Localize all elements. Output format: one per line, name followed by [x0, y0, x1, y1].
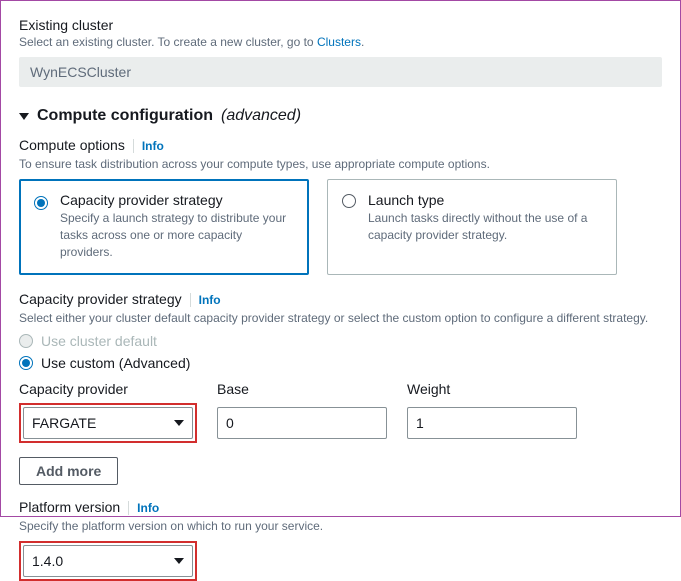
tile-capacity-provider-strategy[interactable]: Capacity provider strategy Specify a lau… — [19, 179, 309, 275]
existing-cluster-help: Select an existing cluster. To create a … — [19, 35, 662, 49]
clusters-link[interactable]: Clusters — [317, 35, 361, 49]
compute-config-header-text: Compute configuration — [37, 107, 213, 125]
compute-config-panel: Existing cluster Select an existing clus… — [0, 0, 681, 517]
tile-cps-title: Capacity provider strategy — [60, 192, 294, 208]
existing-cluster-help-prefix: Select an existing cluster. To create a … — [19, 35, 317, 49]
tile-lt-desc: Launch tasks directly without the use of… — [368, 210, 602, 244]
existing-cluster-title: Existing cluster — [19, 17, 662, 33]
compute-options-help: To ensure task distribution across your … — [19, 157, 662, 171]
radio-custom-label: Use custom (Advanced) — [41, 355, 190, 371]
radio-icon — [19, 356, 33, 370]
weight-input[interactable] — [407, 407, 577, 439]
tile-cps-desc: Specify a launch strategy to distribute … — [60, 210, 294, 260]
compute-options-info-link[interactable]: Info — [133, 139, 164, 153]
col-base: Base — [217, 381, 387, 397]
col-capacity-provider: Capacity provider — [19, 381, 197, 397]
compute-options-title: Compute options — [19, 137, 125, 153]
cps-help: Select either your cluster default capac… — [19, 311, 662, 325]
cps-title: Capacity provider strategy — [19, 291, 182, 307]
add-more-button[interactable]: Add more — [19, 457, 118, 485]
platform-version-info-link[interactable]: Info — [128, 501, 159, 515]
capacity-provider-value: FARGATE — [32, 415, 96, 431]
highlight-capacity-provider: FARGATE — [19, 403, 197, 443]
caret-down-icon — [19, 113, 29, 120]
tile-lt-title: Launch type — [368, 192, 602, 208]
radio-use-custom[interactable]: Use custom (Advanced) — [19, 355, 662, 371]
compute-config-advanced-label: (advanced) — [221, 107, 301, 125]
platform-version-title: Platform version — [19, 499, 120, 515]
highlight-platform-version: 1.4.0 — [19, 541, 197, 581]
base-input[interactable] — [217, 407, 387, 439]
chevron-down-icon — [174, 420, 184, 426]
radio-icon — [19, 334, 33, 348]
tile-launch-type[interactable]: Launch type Launch tasks directly withou… — [327, 179, 617, 275]
radio-icon — [342, 194, 356, 208]
existing-cluster-field[interactable]: WynECSCluster — [19, 57, 662, 87]
radio-use-cluster-default: Use cluster default — [19, 333, 662, 349]
cps-info-link[interactable]: Info — [190, 293, 221, 307]
platform-version-select[interactable]: 1.4.0 — [23, 545, 193, 577]
platform-version-help: Specify the platform version on which to… — [19, 519, 662, 533]
radio-default-label: Use cluster default — [41, 333, 157, 349]
chevron-down-icon — [174, 558, 184, 564]
capacity-provider-select[interactable]: FARGATE — [23, 407, 193, 439]
col-weight: Weight — [407, 381, 577, 397]
platform-version-value: 1.4.0 — [32, 553, 63, 569]
existing-cluster-help-suffix: . — [361, 35, 364, 49]
radio-icon — [34, 196, 48, 210]
compute-config-expander[interactable]: Compute configuration (advanced) — [19, 107, 662, 125]
